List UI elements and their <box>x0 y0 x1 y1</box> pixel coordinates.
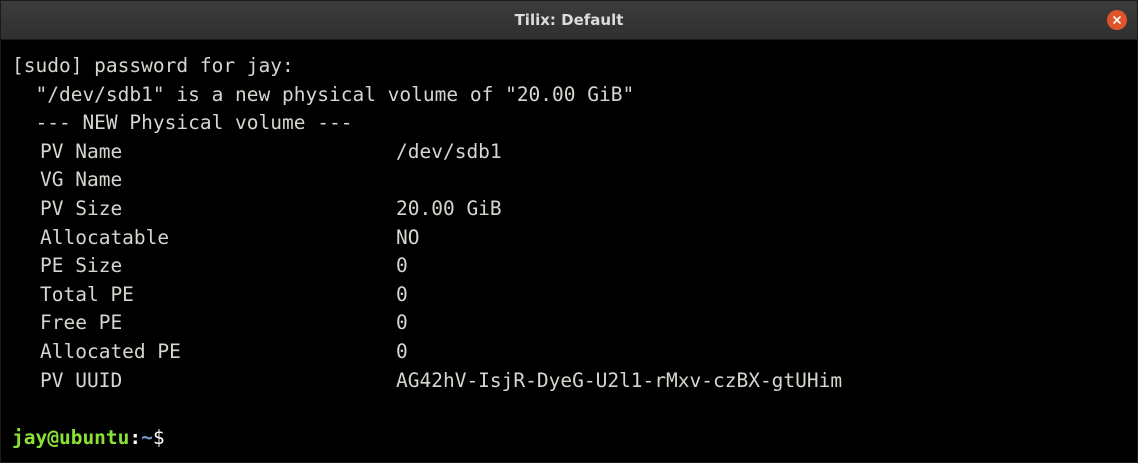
pv-field-value: AG42hV-IsjR-DyeG-U2l1-rMxv-czBX-gtUHim <box>396 368 843 392</box>
pv-field-key: PE Size <box>40 254 123 278</box>
pv-field-key: Allocated PE <box>40 339 181 363</box>
text-cursor <box>165 426 176 447</box>
pv-field-key: VG Name <box>40 168 123 192</box>
output-line: [sudo] password for jay: <box>12 54 294 77</box>
pv-field-key: PV Size <box>40 196 123 220</box>
close-icon <box>1113 16 1121 24</box>
pv-field-value: 0 <box>396 254 408 278</box>
pv-field-value: NO <box>396 225 420 249</box>
prompt-user-host: jay@ubuntu <box>12 425 130 449</box>
shell-prompt: jay@ubuntu:~$ <box>12 424 1137 453</box>
window-title: Tilix: Default <box>514 11 624 29</box>
prompt-path: ~ <box>141 425 153 449</box>
pv-field-row: PV Size 20.00 GiB <box>12 195 1137 224</box>
pv-field-value: 0 <box>396 311 408 335</box>
terminal-window: Tilix: Default [sudo] password for jay: … <box>0 0 1138 463</box>
pv-field-value: 0 <box>396 339 408 363</box>
output-line: "/dev/sdb1" is a new physical volume of … <box>12 82 635 106</box>
pv-field-row: PE Size 0 <box>12 252 1137 281</box>
title-bar[interactable]: Tilix: Default <box>1 1 1137 40</box>
pv-field-row: VG Name <box>12 166 1137 195</box>
pv-field-key: PV UUID <box>40 368 123 392</box>
pv-field-row: Allocated PE 0 <box>12 338 1137 367</box>
prompt-colon: : <box>129 425 142 449</box>
pv-field-value: /dev/sdb1 <box>396 139 502 163</box>
pv-field-row: Free PE 0 <box>12 309 1137 338</box>
pv-field-key: PV Name <box>40 139 123 163</box>
terminal-output[interactable]: [sudo] password for jay: "/dev/sdb1" is … <box>1 40 1137 462</box>
pv-field-key: Allocatable <box>40 225 170 249</box>
pv-field-row: PV Name/dev/sdb1 <box>12 138 1137 167</box>
pv-field-value: 20.00 GiB <box>396 196 502 220</box>
prompt-symbol: $ <box>152 425 165 449</box>
pv-field-row: PV UUID AG42hV-IsjR-DyeG-U2l1-rMxv-czBX-g… <box>12 367 1137 396</box>
pv-field-value: 0 <box>396 282 408 306</box>
output-line: --- NEW Physical volume --- <box>12 111 353 135</box>
pv-field-row: Allocatable NO <box>12 224 1137 253</box>
pv-field-key: Free PE <box>40 311 123 335</box>
pv-field-key: Total PE <box>40 282 134 306</box>
pv-field-row: Total PE 0 <box>12 281 1137 310</box>
close-button[interactable] <box>1107 10 1127 30</box>
